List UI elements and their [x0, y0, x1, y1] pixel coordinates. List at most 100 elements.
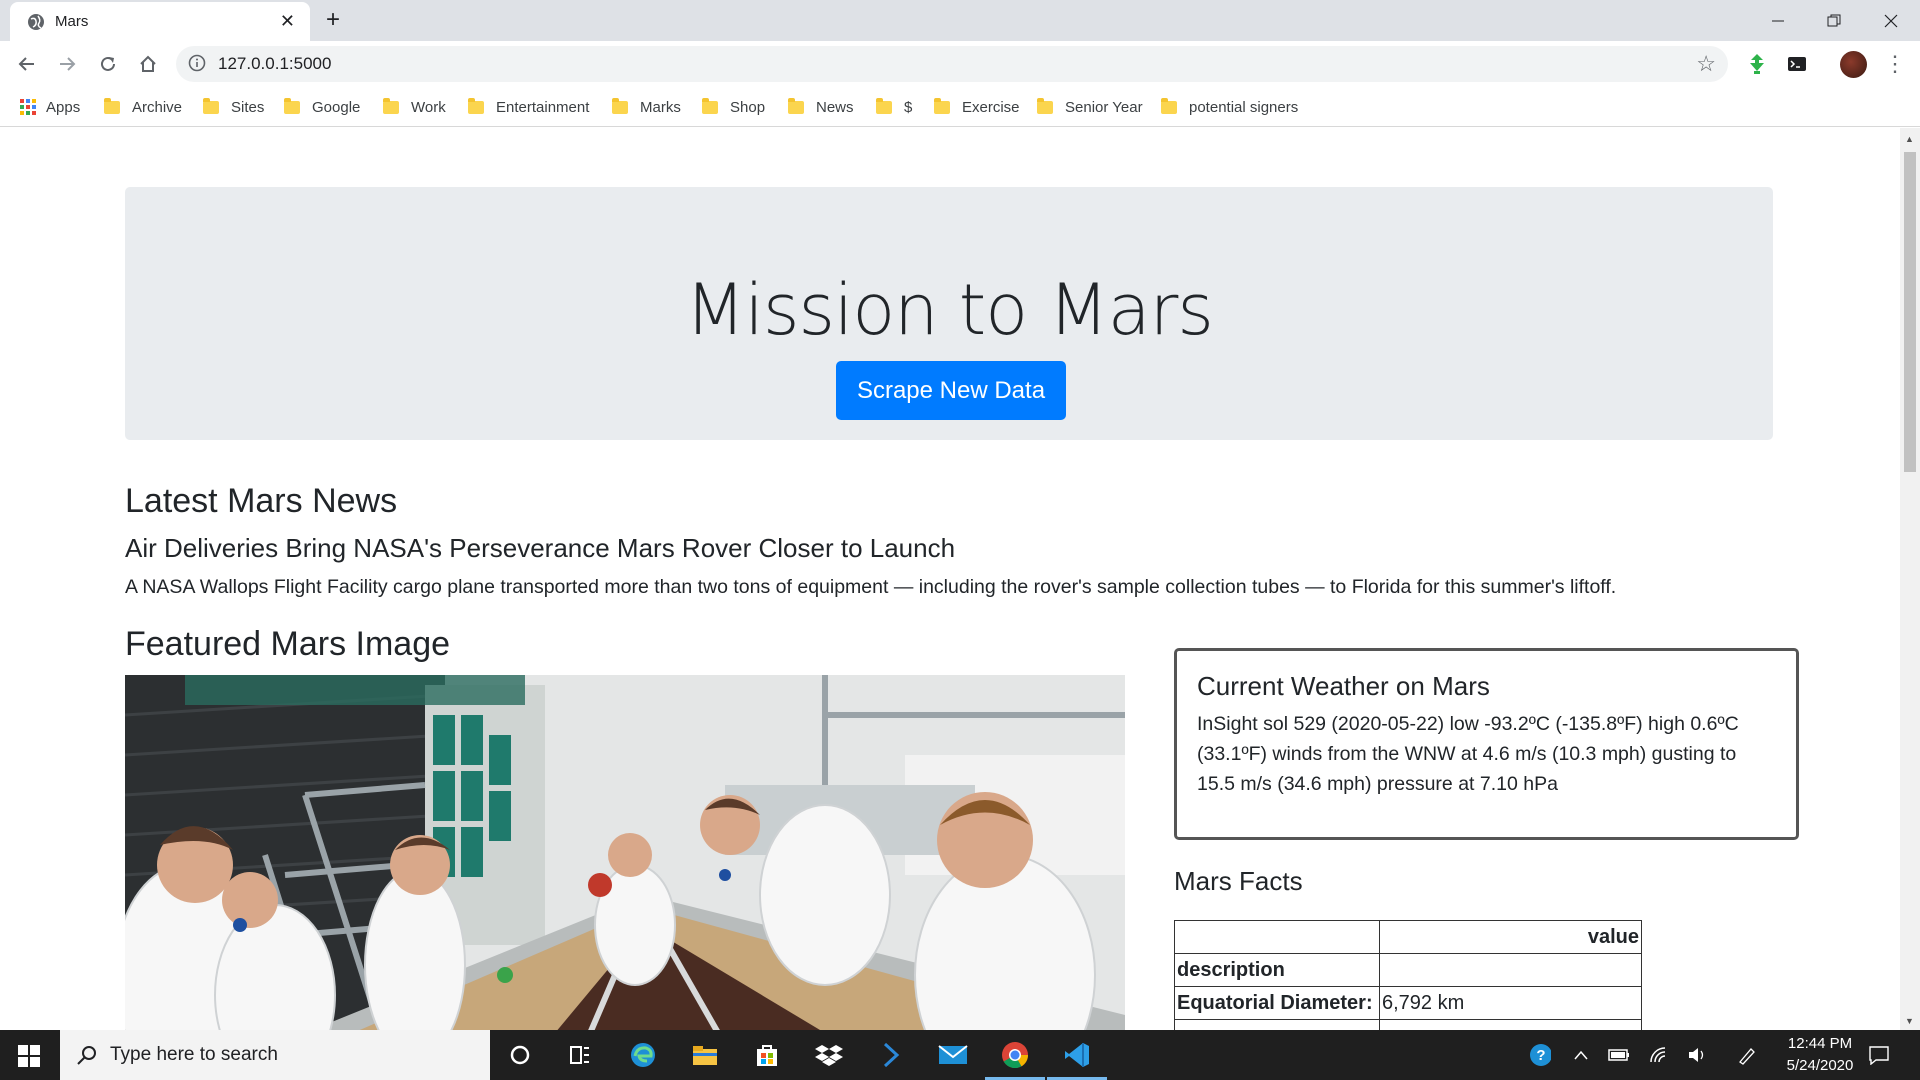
battery-icon[interactable] — [1608, 1044, 1630, 1066]
store-icon[interactable] — [752, 1040, 782, 1070]
search-placeholder: Type here to search — [110, 1044, 278, 1065]
weather-text: InSight sol 529 (2020-05-22) low -93.2ºC… — [1197, 713, 1739, 795]
bookmark-label: $ — [904, 98, 913, 116]
menu-kebab-icon[interactable]: ⋮ — [1884, 51, 1906, 77]
mail-icon[interactable] — [938, 1040, 968, 1070]
chrome-icon[interactable] — [1000, 1040, 1030, 1070]
bookmark-folder[interactable]: Shop — [702, 96, 765, 118]
bookmark-label: Sites — [231, 98, 265, 116]
bookmark-folder[interactable]: Exercise — [934, 96, 1020, 118]
svg-text:?: ? — [1536, 1047, 1545, 1064]
folder-icon — [203, 97, 219, 114]
edge-icon[interactable] — [628, 1040, 658, 1070]
folder-icon — [104, 97, 120, 114]
info-icon[interactable] — [188, 54, 206, 77]
bookmark-folder[interactable]: Senior Year — [1037, 96, 1143, 118]
taskbar: Type here to search ? 12:44 PM 5/24/2020 — [0, 1030, 1920, 1080]
bookmark-folder[interactable]: Google — [284, 96, 360, 118]
bookmark-label: Shop — [730, 98, 766, 116]
file-explorer-icon[interactable] — [690, 1040, 720, 1070]
clock-time[interactable]: 12:44 PM — [1770, 1035, 1870, 1052]
new-tab-icon[interactable]: + — [326, 6, 340, 34]
bookmark-apps[interactable]: Apps — [20, 96, 80, 118]
browser-tab[interactable]: Mars ✕ — [10, 2, 310, 41]
news-title: Air Deliveries Bring NASA's Perseverance… — [125, 533, 956, 563]
browser-toolbar: 127.0.0.1:5000 ☆ ⋮ — [0, 41, 1920, 88]
close-tab-icon[interactable]: ✕ — [280, 11, 295, 31]
table-value: 6,792 km — [1379, 986, 1642, 1020]
table-row — [1174, 1019, 1642, 1030]
help-icon[interactable]: ? — [1529, 1044, 1551, 1066]
terminal-extension-icon[interactable] — [1784, 51, 1810, 77]
table-index-label: description — [1174, 953, 1380, 987]
bookmark-folder[interactable]: Marks — [612, 96, 681, 118]
folder-icon — [612, 97, 628, 114]
bookmark-label: News — [816, 98, 854, 116]
star-icon[interactable]: ☆ — [1696, 52, 1716, 76]
bookmark-folder[interactable]: Archive — [104, 96, 182, 118]
taskbar-search-box[interactable]: Type here to search — [60, 1030, 490, 1080]
forward-arrow-icon[interactable] — [54, 51, 80, 77]
bookmark-folder[interactable]: Sites — [203, 96, 264, 118]
bookmark-label: Google — [312, 98, 361, 116]
home-icon[interactable] — [135, 51, 161, 77]
globe-icon — [27, 13, 45, 31]
dropbox-icon[interactable] — [814, 1040, 844, 1070]
table-value — [1379, 1019, 1642, 1030]
bookmark-label: Archive — [132, 98, 183, 116]
featured-mars-image[interactable] — [125, 675, 1125, 1030]
bookmarks-bar: Apps Archive Sites Google Work Entertain… — [0, 88, 1920, 127]
folder-icon — [284, 97, 300, 114]
address-bar[interactable]: 127.0.0.1:5000 ☆ — [176, 46, 1728, 82]
tab-title: Mars — [55, 13, 89, 30]
cortana-icon[interactable] — [505, 1040, 535, 1070]
clock-date[interactable]: 5/24/2020 — [1770, 1057, 1870, 1074]
folder-icon — [1161, 97, 1177, 114]
bookmark-label: Entertainment — [496, 98, 590, 116]
folder-icon — [876, 97, 892, 114]
folder-icon — [468, 97, 484, 114]
wifi-icon[interactable] — [1648, 1044, 1670, 1066]
news-heading: Latest Mars News — [125, 482, 398, 520]
table-header-value: value — [1379, 920, 1642, 954]
bookmark-label: Apps — [46, 98, 81, 116]
profile-avatar[interactable] — [1840, 51, 1867, 78]
table-row: Equatorial Diameter: 6,792 km — [1174, 986, 1642, 1020]
pen-icon[interactable] — [1736, 1044, 1758, 1066]
bookmark-label: potential signers — [1189, 98, 1299, 116]
chevron-up-icon[interactable] — [1570, 1044, 1592, 1066]
bookmark-folder[interactable]: News — [788, 96, 854, 118]
close-window-icon[interactable] — [1863, 0, 1919, 41]
jumbotron: Mission to Mars Scrape New Data — [125, 187, 1773, 440]
windows-start-icon[interactable] — [18, 1045, 40, 1067]
bookmark-label: Marks — [640, 98, 681, 116]
bookmark-folder[interactable]: potential signers — [1161, 96, 1298, 118]
vscode-icon[interactable] — [1062, 1040, 1092, 1070]
back-arrow-icon[interactable] — [14, 51, 40, 77]
folder-icon — [1037, 97, 1053, 114]
folder-icon — [702, 97, 718, 114]
minimize-window-icon[interactable] — [1750, 0, 1806, 41]
bookmark-folder[interactable]: $ — [876, 96, 912, 118]
scroll-down-icon[interactable]: ▼ — [1905, 1016, 1914, 1026]
page-scrollbar[interactable]: ▲ ▼ — [1900, 128, 1920, 1030]
restore-window-icon[interactable] — [1806, 0, 1862, 41]
url-text: 127.0.0.1:5000 — [218, 54, 332, 73]
bookmark-folder[interactable]: Entertainment — [468, 96, 589, 118]
task-view-icon[interactable] — [565, 1040, 595, 1070]
tab-strip: Mars ✕ + — [0, 0, 1920, 41]
volume-icon[interactable] — [1686, 1044, 1708, 1066]
reload-icon[interactable] — [95, 51, 121, 77]
powershell-icon[interactable] — [876, 1040, 906, 1070]
search-icon — [76, 1044, 98, 1071]
bookmark-label: Work — [411, 98, 446, 116]
notifications-icon[interactable] — [1868, 1044, 1890, 1066]
table-key: Equatorial Diameter: — [1174, 986, 1380, 1020]
scroll-thumb[interactable] — [1904, 152, 1916, 472]
news-paragraph: A NASA Wallops Flight Facility cargo pla… — [125, 576, 1617, 598]
scrape-new-data-button[interactable]: Scrape New Data — [836, 361, 1066, 420]
bookmark-folder[interactable]: Work — [383, 96, 446, 118]
extension-icon[interactable] — [1744, 51, 1770, 77]
folder-icon — [934, 97, 950, 114]
scroll-up-icon[interactable]: ▲ — [1905, 134, 1914, 144]
